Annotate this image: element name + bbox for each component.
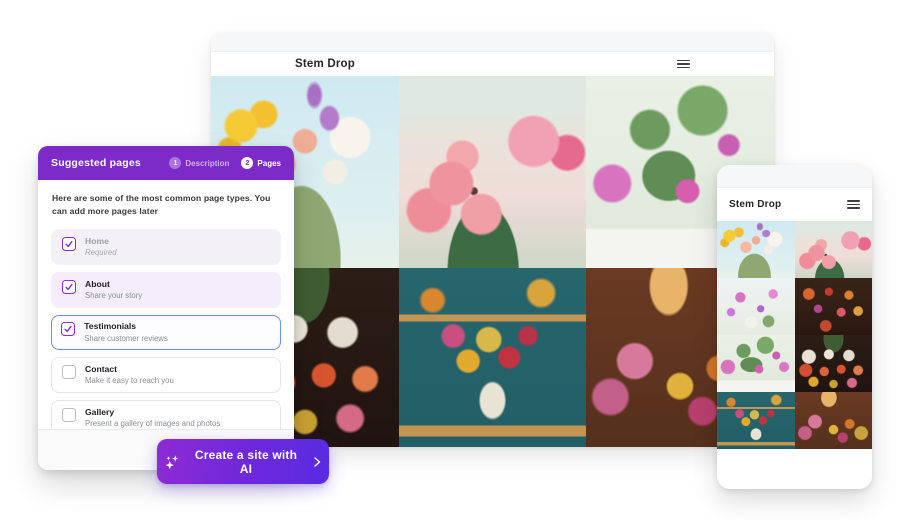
photo-dark-flower-market bbox=[795, 335, 873, 392]
page-item-subtitle: Required bbox=[85, 248, 117, 258]
page-item-title: Home bbox=[85, 236, 117, 247]
dialog-title: Suggested pages bbox=[51, 157, 141, 169]
chevron-right-icon bbox=[311, 456, 323, 468]
step-number-badge: 2 bbox=[241, 157, 253, 169]
page-item-title: Contact bbox=[85, 364, 174, 375]
page-item-subtitle: Present a gallery of images and photos bbox=[85, 419, 220, 429]
photo-teal-shelf-wall bbox=[399, 268, 587, 447]
photo-pink-gerberas bbox=[399, 76, 587, 268]
dialog-header: Suggested pages 1 Description 2 Pages bbox=[38, 146, 294, 180]
step-description[interactable]: 1 Description bbox=[169, 157, 229, 169]
dialog-intro-text: Here are some of the most common page ty… bbox=[52, 192, 280, 219]
step-label: Description bbox=[185, 159, 229, 168]
photo-teal-shelf-wall bbox=[717, 392, 795, 449]
suggested-pages-dialog: Suggested pages 1 Description 2 Pages He… bbox=[38, 146, 294, 470]
photo-pink-gerberas bbox=[795, 221, 873, 278]
checkbox-checked-icon[interactable] bbox=[61, 322, 75, 336]
page-item-contact[interactable]: Contact Make it easy to reach you bbox=[51, 357, 281, 393]
photo-warm-flower-shop bbox=[795, 392, 873, 449]
hamburger-menu-icon[interactable] bbox=[847, 198, 860, 211]
phone-chrome-bar bbox=[717, 165, 872, 188]
step-label: Pages bbox=[257, 159, 281, 168]
photo-pastel-bouquet bbox=[717, 221, 795, 278]
step-indicator: 1 Description 2 Pages bbox=[169, 157, 281, 169]
step-number-badge: 1 bbox=[169, 157, 181, 169]
checkbox-unchecked-icon[interactable] bbox=[62, 408, 76, 422]
phone-footer-area bbox=[717, 449, 872, 489]
page-item-home[interactable]: Home Required bbox=[51, 229, 281, 265]
photo-potted-plants bbox=[717, 335, 795, 392]
checkbox-unchecked-icon[interactable] bbox=[62, 365, 76, 379]
browser-chrome-bar bbox=[211, 33, 774, 52]
desktop-site-title: Stem Drop bbox=[295, 58, 355, 70]
desktop-browser-window: Stem Drop bbox=[211, 33, 774, 447]
page-item-subtitle: Make it easy to reach you bbox=[85, 376, 174, 386]
page-item-title: About bbox=[85, 279, 142, 290]
mobile-site-title: Stem Drop bbox=[729, 199, 781, 210]
photo-tulip-rows bbox=[795, 278, 873, 335]
sparkles-icon bbox=[163, 453, 181, 471]
cta-label: Create a site with AI bbox=[188, 448, 304, 476]
desktop-site-header: Stem Drop bbox=[211, 52, 774, 76]
page-item-subtitle: Share customer reviews bbox=[84, 334, 168, 344]
desktop-photo-grid bbox=[211, 76, 774, 447]
page-type-list: Home Required About Share your story T bbox=[51, 229, 281, 437]
page-item-title: Gallery bbox=[85, 407, 220, 418]
create-site-ai-button[interactable]: Create a site with AI bbox=[157, 439, 329, 484]
mobile-photo-grid bbox=[717, 221, 872, 449]
checkbox-checked-icon[interactable] bbox=[62, 237, 76, 251]
step-pages[interactable]: 2 Pages bbox=[241, 157, 281, 169]
hamburger-menu-icon[interactable] bbox=[677, 57, 690, 70]
page-item-about[interactable]: About Share your story bbox=[51, 272, 281, 308]
mobile-phone-window: Stem Drop bbox=[717, 165, 872, 489]
page-item-subtitle: Share your story bbox=[85, 291, 142, 301]
mobile-site-header: Stem Drop bbox=[717, 188, 872, 221]
page-background: Stem Drop Stem Drop bbox=[0, 0, 922, 520]
page-item-title: Testimonials bbox=[84, 321, 168, 332]
page-item-testimonials[interactable]: Testimonials Share customer reviews bbox=[51, 315, 281, 350]
photo-garden-flowers bbox=[717, 278, 795, 335]
checkbox-checked-icon[interactable] bbox=[62, 280, 76, 294]
